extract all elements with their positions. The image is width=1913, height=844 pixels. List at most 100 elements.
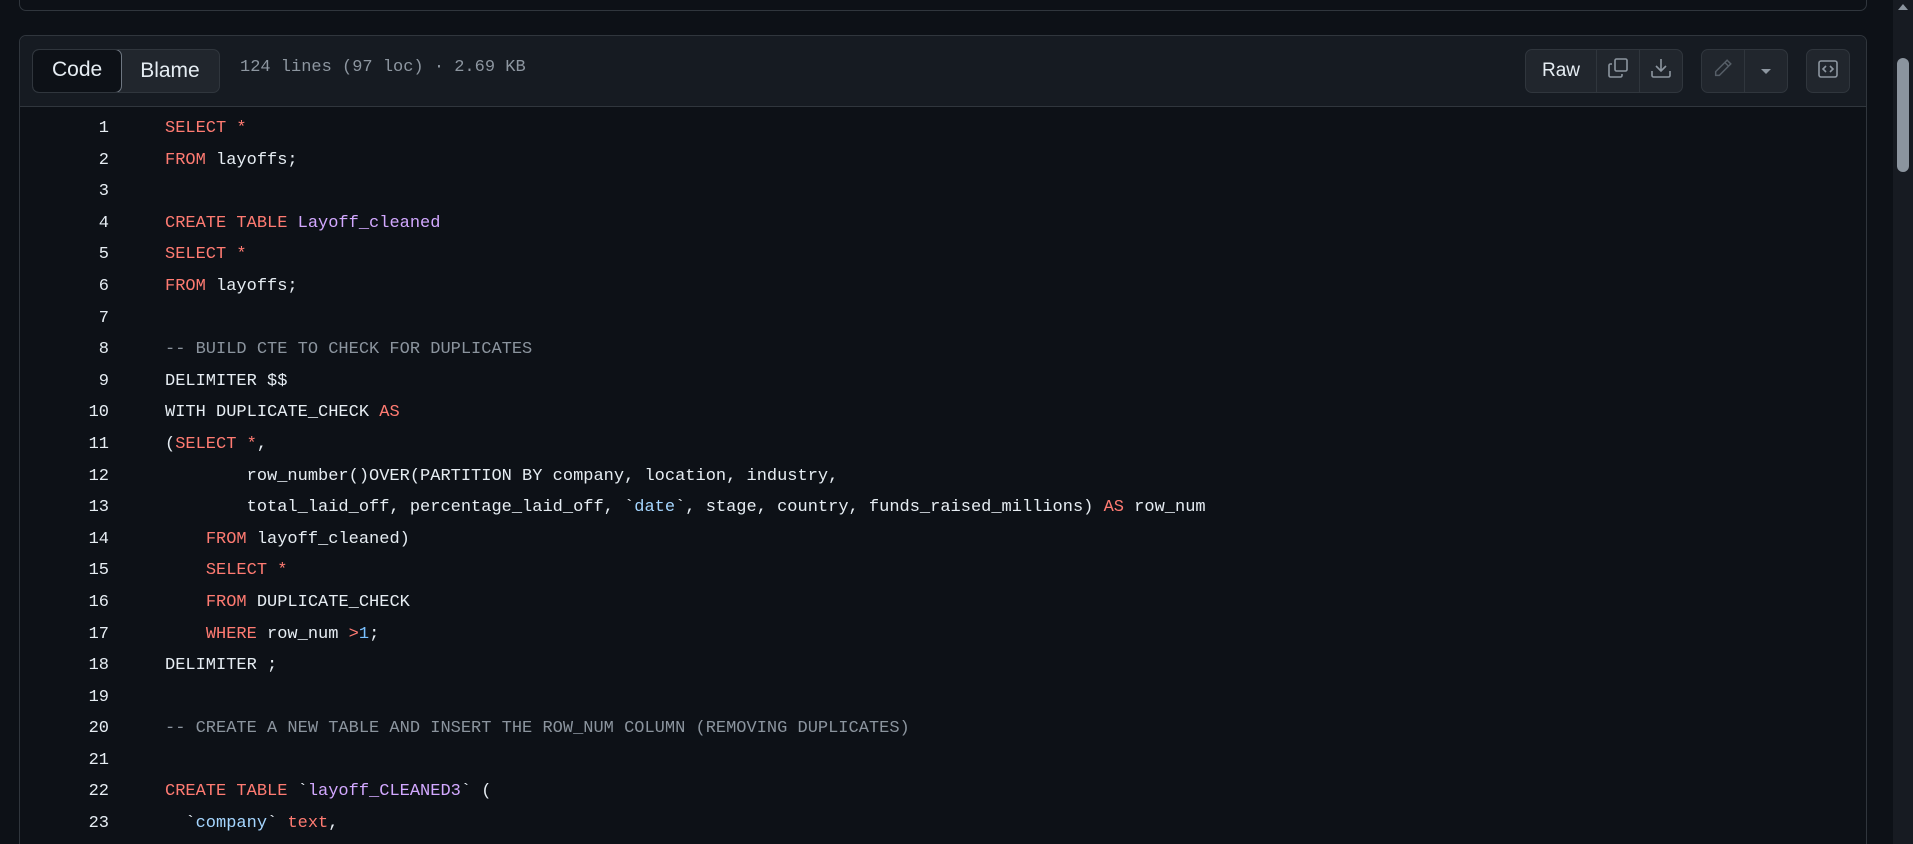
view-toggle: Code Blame bbox=[32, 49, 220, 93]
code-line: 1 SELECT * bbox=[20, 113, 1866, 145]
code-line: 13 total_laid_off, percentage_laid_off, … bbox=[20, 492, 1866, 524]
scrollbar-thumb[interactable] bbox=[1897, 58, 1909, 172]
code-text: WHERE row_num >1; bbox=[165, 619, 379, 651]
code-token: , bbox=[328, 814, 339, 834]
copy-icon bbox=[1606, 56, 1630, 86]
copy-button[interactable] bbox=[1597, 50, 1640, 92]
edit-button[interactable] bbox=[1702, 50, 1745, 92]
code-text: CREATE TABLE Layoff_cleaned bbox=[165, 208, 440, 240]
code-line: 16 FROM DUPLICATE_CHECK bbox=[20, 587, 1866, 619]
line-number[interactable]: 22 bbox=[20, 776, 109, 808]
code-line: 5 SELECT * bbox=[20, 239, 1866, 271]
code-token: ; bbox=[369, 624, 380, 644]
tab-code[interactable]: Code bbox=[32, 50, 123, 92]
line-number[interactable]: 19 bbox=[20, 682, 109, 714]
code-line: 22 CREATE TABLE `layoff_CLEANED3` ( bbox=[20, 776, 1866, 808]
code-line: 3 bbox=[20, 176, 1866, 208]
line-number[interactable]: 11 bbox=[20, 429, 109, 461]
symbols-panel-button[interactable] bbox=[1806, 49, 1850, 93]
code-line: 14 FROM layoff_cleaned) bbox=[20, 524, 1866, 556]
file-viewer: Code Blame 124 lines (97 loc) · 2.69 KB … bbox=[19, 35, 1867, 844]
code-line: 12 row_number()OVER(PARTITION BY company… bbox=[20, 461, 1866, 493]
code-line: 19 bbox=[20, 682, 1866, 714]
code-text: FROM DUPLICATE_CHECK bbox=[165, 587, 410, 619]
code-text: FROM layoff_cleaned) bbox=[165, 524, 410, 556]
code-line: 9 DELIMITER $$ bbox=[20, 366, 1866, 398]
line-number[interactable]: 14 bbox=[20, 524, 109, 556]
edit-dropdown-button[interactable] bbox=[1745, 50, 1787, 92]
code-token: CREATE TABLE bbox=[165, 782, 288, 802]
line-number[interactable]: 2 bbox=[20, 145, 109, 177]
code-line: 18 DELIMITER ; bbox=[20, 650, 1866, 682]
line-number[interactable]: 9 bbox=[20, 366, 109, 398]
raw-button[interactable]: Raw bbox=[1526, 50, 1597, 92]
raw-actions-group: Raw bbox=[1525, 49, 1683, 93]
code-line: 6 FROM layoffs; bbox=[20, 271, 1866, 303]
code-token: -- CREATE A NEW TABLE AND INSERT THE ROW… bbox=[165, 719, 910, 739]
code-text: -- BUILD CTE TO CHECK FOR DUPLICATES bbox=[165, 334, 532, 366]
file-actions: Raw bbox=[1525, 49, 1866, 93]
previous-card bbox=[19, 0, 1867, 11]
code-text: SELECT * bbox=[165, 555, 288, 587]
line-number[interactable]: 15 bbox=[20, 555, 109, 587]
line-number[interactable]: 12 bbox=[20, 461, 109, 493]
code-line: 20 -- CREATE A NEW TABLE AND INSERT THE R… bbox=[20, 713, 1866, 745]
code-text: CREATE TABLE `layoff_CLEANED3` ( bbox=[165, 776, 491, 808]
code-token: SELECT * bbox=[165, 119, 247, 138]
code-token: layoffs; bbox=[205, 150, 298, 170]
code-token: CREATE TABLE bbox=[165, 213, 288, 233]
line-number[interactable]: 8 bbox=[20, 334, 109, 366]
line-number[interactable]: 5 bbox=[20, 239, 109, 271]
line-number[interactable]: 4 bbox=[20, 208, 109, 240]
code-token: DUPLICATE_CHECK bbox=[246, 592, 410, 612]
scroll-up-arrow-icon[interactable] bbox=[1898, 4, 1908, 10]
line-number[interactable]: 16 bbox=[20, 587, 109, 619]
line-number[interactable]: 10 bbox=[20, 397, 109, 429]
line-number[interactable]: 13 bbox=[20, 492, 109, 524]
line-number[interactable]: 17 bbox=[20, 619, 109, 651]
line-number[interactable]: 7 bbox=[20, 303, 109, 335]
code-token: SELECT * bbox=[165, 245, 247, 265]
pencil-icon bbox=[1712, 57, 1734, 85]
code-token: row_num bbox=[256, 624, 349, 644]
code-view[interactable]: 1 SELECT * 2 FROM layoffs; 3 4 CREATE TABLE La… bbox=[20, 107, 1866, 840]
code-token: SELECT * bbox=[175, 434, 257, 454]
scrollbar[interactable] bbox=[1893, 0, 1913, 844]
code-line: 21 bbox=[20, 745, 1866, 777]
code-token: WITH DUPLICATE_CHECK bbox=[165, 403, 380, 423]
code-token: Layoff_cleaned bbox=[297, 213, 441, 233]
code-line: 11 (SELECT *, bbox=[20, 429, 1866, 461]
code-token: AS bbox=[1103, 498, 1124, 518]
code-text: WITH DUPLICATE_CHECK AS bbox=[165, 397, 400, 429]
code-line: 17 WHERE row_num >1; bbox=[20, 619, 1866, 651]
file-header: Code Blame 124 lines (97 loc) · 2.69 KB … bbox=[20, 36, 1866, 107]
code-token: layoff_CLEANED3 bbox=[307, 782, 461, 802]
code-token: ` bbox=[287, 782, 308, 802]
download-button[interactable] bbox=[1640, 50, 1682, 92]
code-text: SELECT * bbox=[165, 239, 247, 271]
line-number[interactable]: 20 bbox=[20, 713, 109, 745]
code-token: company bbox=[195, 814, 268, 834]
line-number[interactable]: 3 bbox=[20, 176, 109, 208]
code-token: > bbox=[348, 624, 359, 644]
line-number[interactable]: 18 bbox=[20, 650, 109, 682]
code-token: , bbox=[256, 434, 268, 454]
code-line: 2 FROM layoffs; bbox=[20, 145, 1866, 177]
tab-blame[interactable]: Blame bbox=[121, 50, 219, 92]
code-line: 8 -- BUILD CTE TO CHECK FOR DUPLICATES bbox=[20, 334, 1866, 366]
code-token: SELECT * bbox=[205, 561, 288, 581]
code-text: -- CREATE A NEW TABLE AND INSERT THE ROW… bbox=[165, 713, 910, 745]
code-token: ` bbox=[267, 814, 288, 834]
line-number[interactable]: 23 bbox=[20, 808, 109, 840]
code-text: (SELECT *, bbox=[165, 429, 267, 461]
code-token: ( bbox=[165, 434, 176, 454]
code-line: 7 bbox=[20, 303, 1866, 335]
line-number[interactable]: 1 bbox=[20, 113, 109, 145]
line-number[interactable]: 6 bbox=[20, 271, 109, 303]
line-number[interactable]: 21 bbox=[20, 745, 109, 777]
